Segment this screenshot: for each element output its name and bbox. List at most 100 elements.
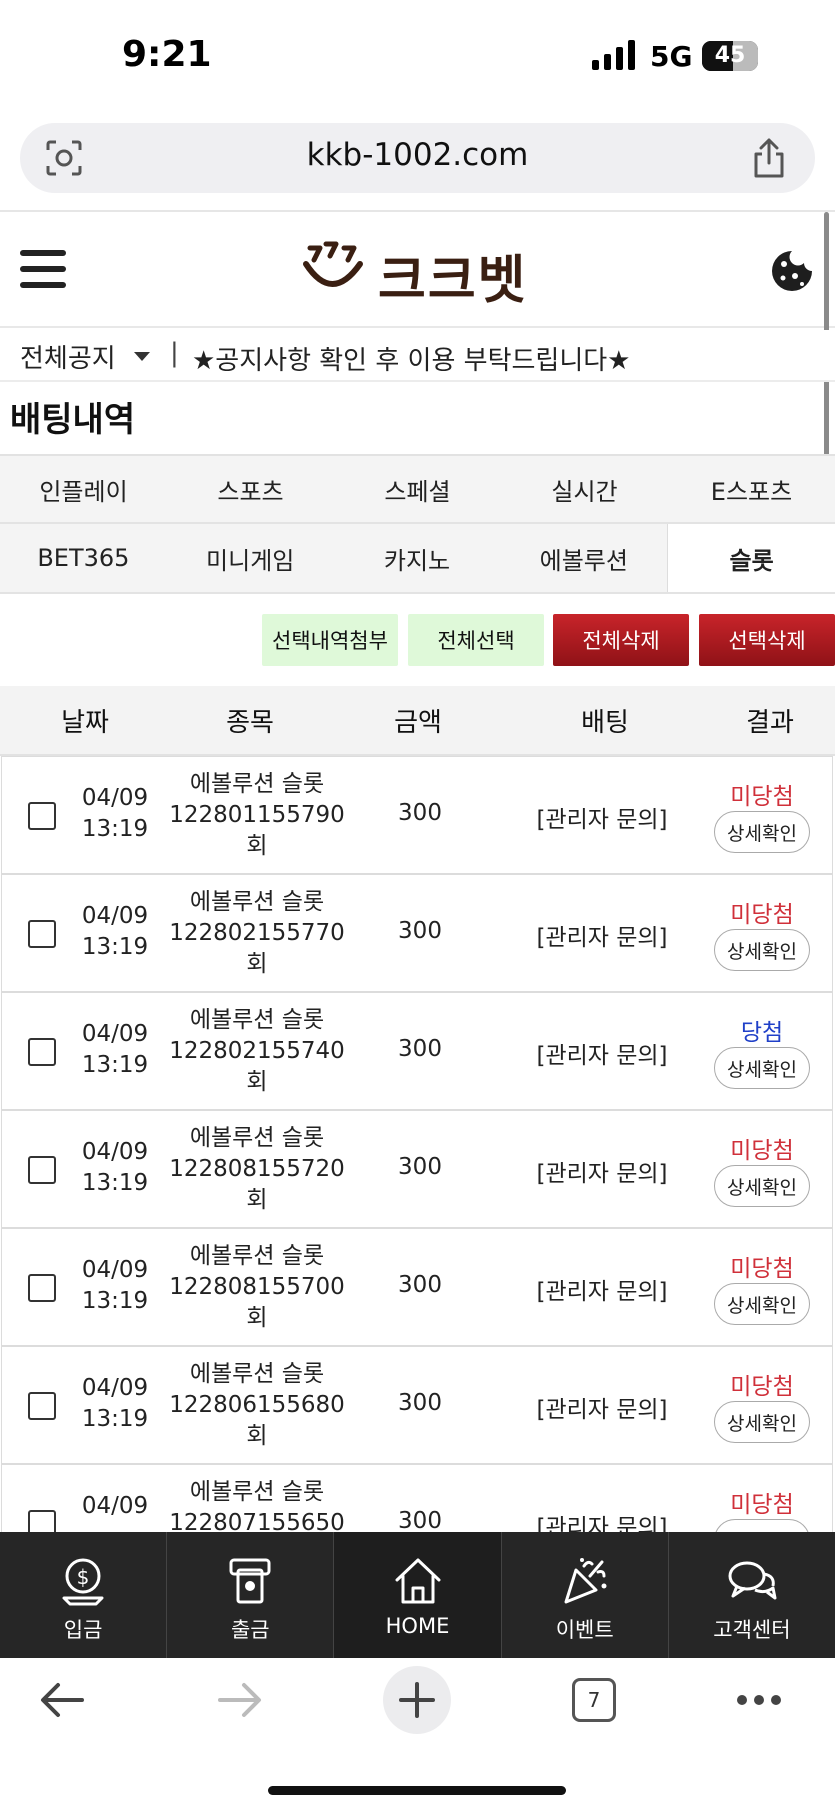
chevron-down-icon[interactable] [134, 352, 150, 361]
forward-arrow-icon[interactable] [216, 1680, 264, 1720]
table-row: 04/09 13:19 에볼루션 슬롯 122806155680 회 300 [관리자… [1, 1346, 833, 1464]
row-result: 미당첨 [730, 1374, 794, 1400]
row-bet: [관리자 문의] [536, 1161, 668, 1187]
row-checkbox[interactable] [28, 1274, 56, 1302]
row-game: 에볼루션 슬롯 122808155720 회 [169, 1125, 345, 1213]
new-tab-button[interactable] [383, 1666, 451, 1734]
table-row: 04/09 에볼루션 슬롯 122807155650 300 [관리자 문의] 미… [1, 1464, 833, 1532]
row-amount: 300 [398, 800, 442, 826]
cookie-icon[interactable] [769, 248, 815, 294]
status-bar: 9:21 5G 45 [0, 0, 835, 110]
delete-selected-button[interactable]: 선택삭제 [699, 614, 835, 666]
deposit-icon: $ [62, 1558, 104, 1606]
row-result: 미당첨 [730, 1138, 794, 1164]
nav-withdraw-label: 출금 [230, 1618, 270, 1642]
battery-level: 45 [714, 43, 746, 68]
nav-event[interactable]: 이벤트 [502, 1532, 669, 1658]
nav-support[interactable]: 고객센터 [669, 1532, 835, 1658]
url-text[interactable]: kkb-1002.com [20, 137, 815, 173]
table-row: 04/09 13:19 에볼루션 슬롯 122802155770 회 300 [관리자… [1, 874, 833, 992]
row-checkbox[interactable] [28, 802, 56, 830]
row-bet: [관리자 문의] [536, 925, 668, 951]
header-result: 결과 [746, 707, 794, 738]
share-icon[interactable] [751, 137, 787, 179]
site-header: 크크벳 [0, 212, 835, 328]
tab-live[interactable]: 실시간 [501, 456, 668, 522]
notice-dropdown-label[interactable]: 전체공지 [20, 338, 116, 375]
row-checkbox[interactable] [28, 1510, 56, 1532]
notice-separator: | [170, 338, 179, 368]
attach-selected-button[interactable]: 선택내역첨부 [262, 614, 398, 666]
table-header: 날짜 종목 금액 배팅 결과 [0, 686, 835, 756]
table-row: 04/09 13:19 에볼루션 슬롯 122801155790 회 300 [관리자… [1, 756, 833, 874]
tab-evolution[interactable]: 에볼루션 [500, 524, 667, 592]
menu-icon[interactable] [20, 250, 66, 288]
delete-all-button[interactable]: 전체삭제 [553, 614, 689, 666]
bet-history-table: 04/09 13:19 에볼루션 슬롯 122801155790 회 300 [관리자… [0, 756, 835, 1532]
row-checkbox[interactable] [28, 920, 56, 948]
detail-button[interactable]: 상세확인 [714, 1519, 810, 1532]
detail-button[interactable]: 상세확인 [714, 1401, 810, 1443]
row-amount: 300 [398, 918, 442, 944]
row-result: 미당첨 [730, 784, 794, 810]
nav-withdraw[interactable]: 출금 [167, 1532, 335, 1658]
row-date: 04/09 13:19 [81, 1021, 149, 1078]
detail-button[interactable]: 상세확인 [714, 1165, 810, 1207]
status-time: 9:21 [122, 34, 212, 75]
site-logo[interactable]: 크크벳 [296, 234, 540, 311]
header-amount: 금액 [394, 707, 442, 738]
row-bet: [관리자 문의] [536, 1515, 668, 1532]
row-date: 04/09 13:19 [81, 785, 149, 842]
header-date: 날짜 [61, 707, 109, 738]
party-icon [564, 1558, 607, 1604]
browser-toolbar: 7 [0, 1658, 835, 1810]
row-game: 에볼루션 슬롯 122802155740 회 [169, 1007, 345, 1095]
row-date: 04/09 13:19 [81, 903, 149, 960]
tab-slot[interactable]: 슬롯 [667, 524, 835, 592]
svg-text:$: $ [77, 1565, 90, 1589]
notice-message: ★공지사항 확인 후 이용 부탁드립니다★ [192, 346, 631, 376]
notice-bar: 전체공지 | ★공지사항 확인 후 이용 부탁드립니다★ [0, 330, 835, 382]
table-row: 04/09 13:19 에볼루션 슬롯 122802155740 회 300 [관리자… [1, 992, 833, 1110]
tab-switcher-button[interactable]: 7 [572, 1678, 616, 1722]
row-checkbox[interactable] [28, 1156, 56, 1184]
nav-event-label: 이벤트 [555, 1618, 614, 1642]
nav-deposit-label: 입금 [63, 1618, 103, 1642]
detail-button[interactable]: 상세확인 [714, 811, 810, 853]
logo-text: 크크벳 [378, 251, 528, 311]
home-indicator[interactable] [268, 1786, 566, 1795]
table-row: 04/09 13:19 에볼루션 슬롯 122808155720 회 300 [관리자… [1, 1110, 833, 1228]
tab-casino[interactable]: 카지노 [334, 524, 501, 592]
tab-minigame[interactable]: 미니게임 [167, 524, 334, 592]
row-bet: [관리자 문의] [536, 807, 668, 833]
row-checkbox[interactable] [28, 1038, 56, 1066]
row-game: 에볼루션 슬롯 122807155650 [169, 1479, 345, 1532]
tab-inplay[interactable]: 인플레이 [0, 456, 167, 522]
tab-special[interactable]: 스페셜 [334, 456, 501, 522]
row-game: 에볼루션 슬롯 122801155790 회 [169, 771, 345, 859]
row-date: 04/09 13:19 [81, 1257, 149, 1314]
row-bet: [관리자 문의] [536, 1397, 668, 1423]
nav-support-label: 고객센터 [713, 1618, 791, 1642]
home-icon [395, 1558, 440, 1604]
header-game: 종목 [226, 707, 274, 738]
select-all-button[interactable]: 전체선택 [408, 614, 544, 666]
row-amount: 300 [398, 1036, 442, 1062]
row-checkbox[interactable] [28, 1392, 56, 1420]
address-bar[interactable]: kkb-1002.com [20, 123, 815, 193]
nav-deposit[interactable]: $ 입금 [0, 1532, 168, 1658]
detail-button[interactable]: 상세확인 [714, 929, 810, 971]
tab-bet365[interactable]: BET365 [0, 524, 167, 592]
row-amount: 300 [398, 1508, 442, 1532]
detail-button[interactable]: 상세확인 [714, 1283, 810, 1325]
row-result: 미당첨 [730, 902, 794, 928]
tab-esports[interactable]: E스포츠 [668, 456, 835, 522]
bottom-navigation: $ 입금 출금 HOME 이벤트 고객센터 [0, 1532, 835, 1658]
more-icon[interactable] [736, 1694, 782, 1706]
nav-home[interactable]: HOME [334, 1532, 502, 1658]
back-arrow-icon[interactable] [38, 1680, 86, 1720]
detail-button[interactable]: 상세확인 [714, 1047, 810, 1089]
row-result: 미당첨 [730, 1492, 794, 1518]
tab-sports[interactable]: 스포츠 [167, 456, 334, 522]
row-date: 04/09 13:19 [81, 1139, 149, 1196]
